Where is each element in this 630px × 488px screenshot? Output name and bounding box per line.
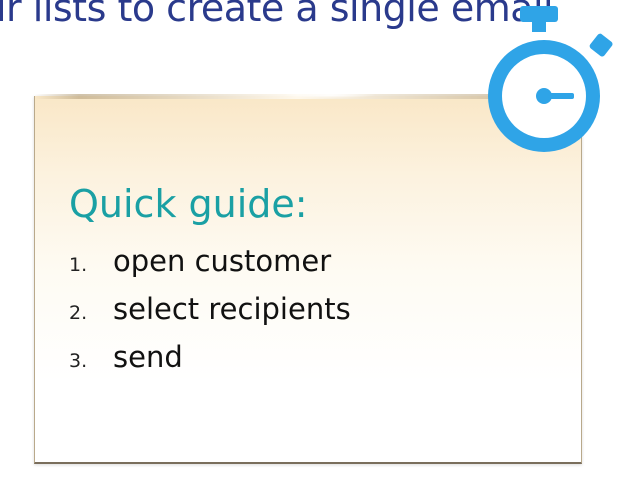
stopwatch-icon (488, 6, 613, 152)
step-number: 1. (69, 254, 88, 276)
note-top-glint (285, 92, 375, 98)
stopwatch-stem (532, 20, 546, 32)
step-label: send (113, 340, 183, 374)
slide: ir lists to create a single email Quick … (0, 0, 630, 488)
quick-guide-title: Quick guide: (69, 182, 308, 226)
step-item: 2. select recipients (69, 292, 351, 340)
stopwatch-hand (548, 93, 574, 99)
steps-list: 1. open customer 2. select recipients 3.… (69, 244, 351, 388)
stopwatch-crown (520, 6, 558, 22)
step-number: 3. (69, 350, 88, 372)
stopwatch-side-button (589, 33, 613, 57)
slide-headline: ir lists to create a single email (0, 0, 554, 30)
step-number: 2. (69, 302, 88, 324)
step-item: 1. open customer (69, 244, 351, 292)
step-label: open customer (113, 244, 332, 278)
step-label: select recipients (113, 292, 351, 326)
step-item: 3. send (69, 340, 351, 388)
